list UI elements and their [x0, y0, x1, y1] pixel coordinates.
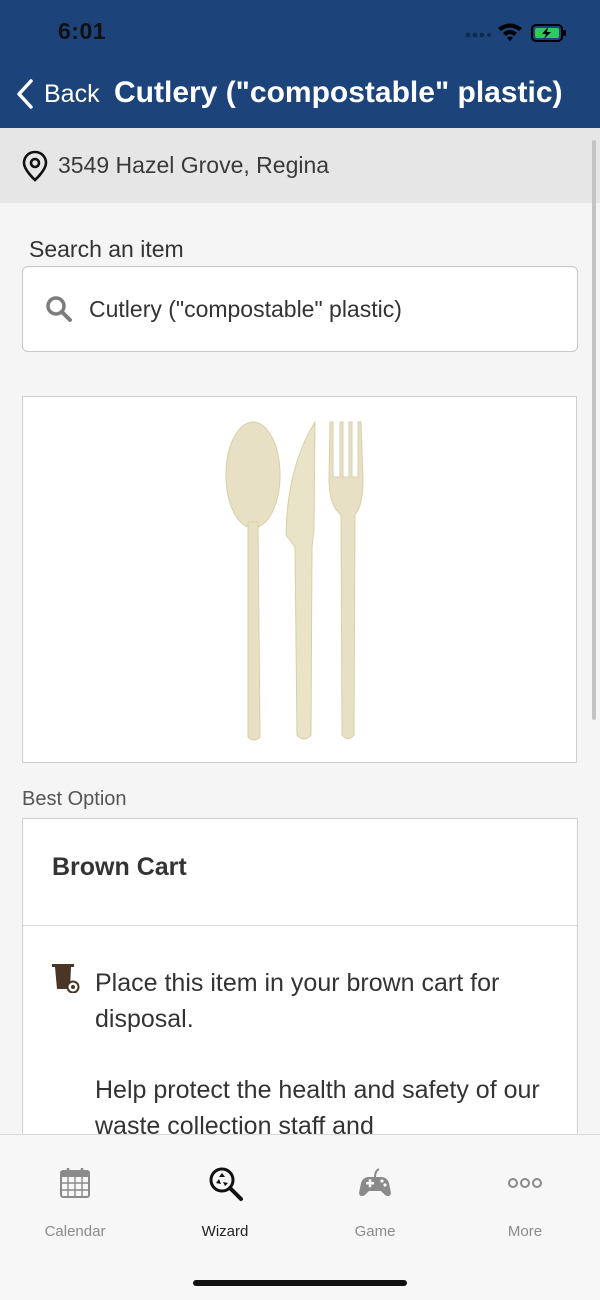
- tab-game[interactable]: Game: [300, 1135, 450, 1245]
- tab-label: Calendar: [44, 1223, 106, 1240]
- app-header: 6:01 Back Cutlery ("compostable" plastic…: [0, 0, 600, 128]
- tab-more[interactable]: More: [450, 1135, 600, 1245]
- search-icon: [46, 296, 72, 322]
- scrollbar[interactable]: [592, 140, 596, 720]
- tab-wizard[interactable]: Wizard: [150, 1135, 300, 1245]
- tab-calendar[interactable]: Calendar: [0, 1135, 150, 1245]
- tab-label: More: [507, 1223, 543, 1240]
- back-button[interactable]: Back: [16, 76, 100, 112]
- cellular-signal-icon: [465, 32, 491, 38]
- best-option-label: Best Option: [22, 788, 127, 810]
- calendar-icon: [60, 1168, 90, 1198]
- option-title: Brown Cart: [52, 853, 187, 881]
- brown-cart-icon: [52, 964, 80, 993]
- tab-label: Wizard: [201, 1223, 249, 1240]
- description-paragraph: Place this item in your brown cart for d…: [95, 969, 500, 1033]
- item-image-card: [22, 396, 577, 763]
- location-address: 3549 Hazel Grove, Regina: [58, 152, 330, 178]
- wizard-search-icon: [209, 1167, 243, 1201]
- location-bar[interactable]: 3549 Hazel Grove, Regina: [0, 128, 600, 203]
- wifi-icon: [498, 23, 522, 41]
- navigation-bar: Back Cutlery ("compostable" plastic): [0, 62, 600, 126]
- divider: [23, 925, 577, 926]
- search-input[interactable]: [87, 294, 551, 324]
- chevron-left-icon: [17, 79, 33, 109]
- status-bar: 6:01: [0, 0, 600, 60]
- page-title: Cutlery ("compostable" plastic): [114, 76, 563, 109]
- best-option-card: Brown Cart Place this item in your brown…: [22, 818, 578, 1148]
- home-indicator[interactable]: [193, 1280, 407, 1286]
- tab-label: Game: [354, 1223, 396, 1240]
- game-controller-icon: [359, 1168, 391, 1197]
- back-label: Back: [44, 79, 100, 108]
- more-icon: [508, 1178, 542, 1188]
- map-pin-icon: [22, 150, 48, 182]
- status-time: 6:01: [58, 18, 107, 44]
- cutlery-icon: [225, 420, 364, 741]
- tab-bar: Calendar Wizard Game More: [0, 1134, 600, 1300]
- search-label: Search an item: [29, 236, 184, 262]
- battery-icon: [531, 24, 566, 42]
- search-box[interactable]: [22, 266, 578, 352]
